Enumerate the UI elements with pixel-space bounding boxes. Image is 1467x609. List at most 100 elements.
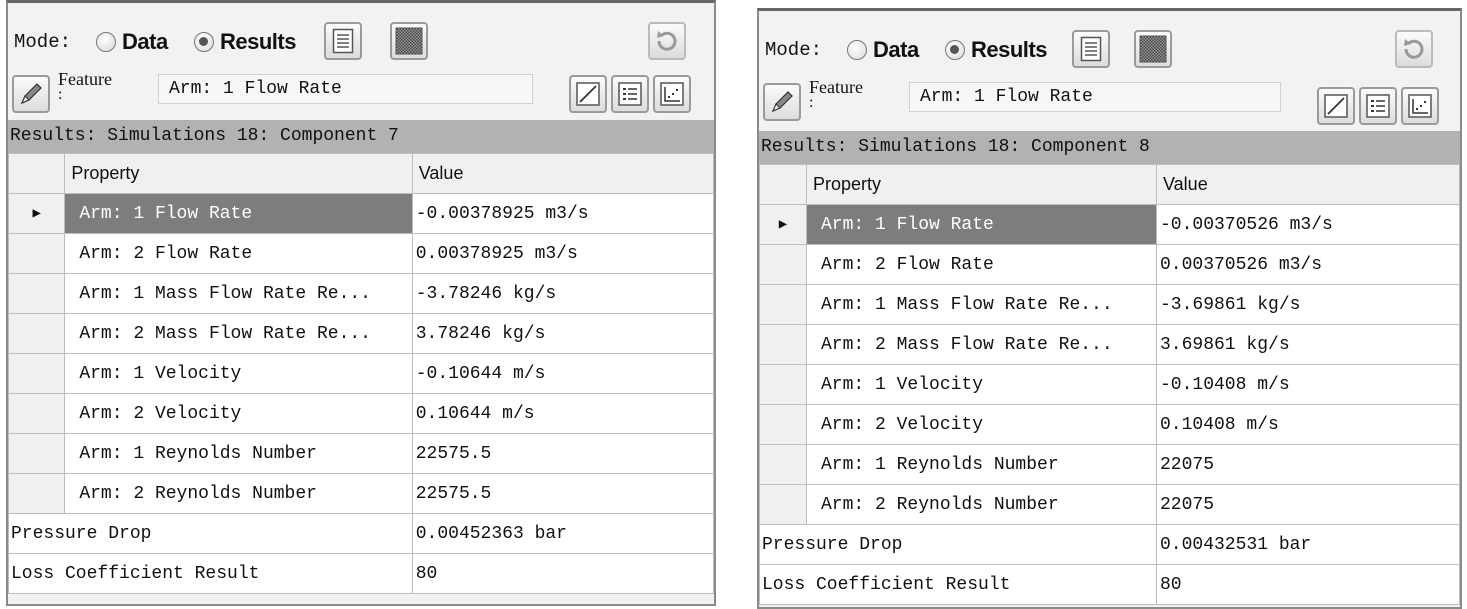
document-button[interactable] bbox=[324, 22, 362, 60]
property-cell[interactable]: Arm: 2 Flow Rate bbox=[806, 244, 1157, 285]
document-button[interactable] bbox=[1072, 30, 1110, 68]
grid-pattern-button[interactable] bbox=[390, 22, 428, 60]
table-row[interactable]: Arm: 1 Reynolds Number 22575.5 bbox=[8, 433, 714, 474]
value-cell[interactable]: 22075 bbox=[1156, 444, 1460, 485]
edit-feature-button[interactable] bbox=[763, 83, 801, 121]
edit-feature-button[interactable] bbox=[12, 75, 50, 113]
property-cell[interactable]: Arm: 2 Velocity bbox=[806, 404, 1157, 445]
feature-select[interactable]: Arm: 1 Flow Rate bbox=[158, 74, 533, 104]
list-button[interactable] bbox=[1359, 87, 1397, 125]
radio-results[interactable]: Results bbox=[945, 37, 1047, 63]
property-cell-wide[interactable]: Loss Coefficient Result bbox=[759, 564, 1157, 605]
table-row[interactable]: Loss Coefficient Result 80 bbox=[759, 564, 1460, 605]
scatter-plot-button[interactable] bbox=[1401, 87, 1439, 125]
property-cell[interactable]: Arm: 1 Flow Rate bbox=[806, 204, 1157, 245]
property-cell-wide[interactable]: Pressure Drop bbox=[8, 513, 413, 554]
property-cell[interactable]: Arm: 2 Mass Flow Rate Re... bbox=[64, 313, 413, 354]
value-cell[interactable]: 0.10408 m/s bbox=[1156, 404, 1460, 445]
table-row[interactable]: Loss Coefficient Result 80 bbox=[8, 553, 714, 594]
scatter-plot-button[interactable] bbox=[653, 75, 691, 113]
table-row[interactable]: Arm: 1 Reynolds Number 22075 bbox=[759, 444, 1460, 485]
table-row[interactable]: Arm: 1 Mass Flow Rate Re... -3.69861 kg/… bbox=[759, 284, 1460, 325]
table-row[interactable]: Arm: 2 Mass Flow Rate Re... 3.69861 kg/s bbox=[759, 324, 1460, 365]
value-cell[interactable]: 3.69861 kg/s bbox=[1156, 324, 1460, 365]
line-chart-button[interactable] bbox=[1317, 87, 1355, 125]
value-cell[interactable]: 0.00378925 m3/s bbox=[411, 233, 714, 274]
table-row[interactable]: Arm: 1 Mass Flow Rate Re... -3.78246 kg/… bbox=[8, 273, 714, 314]
value-cell[interactable]: 80 bbox=[1156, 564, 1460, 605]
row-selector-marker[interactable]: ▶ bbox=[8, 193, 66, 234]
table-row[interactable]: Arm: 2 Mass Flow Rate Re... 3.78246 kg/s bbox=[8, 313, 714, 354]
refresh-button[interactable] bbox=[648, 22, 686, 60]
row-selector[interactable] bbox=[8, 233, 66, 274]
table-row[interactable]: Arm: 1 Velocity -0.10408 m/s bbox=[759, 364, 1460, 405]
table-row[interactable]: Arm: 2 Flow Rate 0.00370526 m3/s bbox=[759, 244, 1460, 285]
table-row[interactable]: Pressure Drop 0.00452363 bar bbox=[8, 513, 714, 554]
property-cell[interactable]: Arm: 1 Reynolds Number bbox=[806, 444, 1157, 485]
property-cell[interactable]: Arm: 2 Flow Rate bbox=[64, 233, 413, 274]
row-selector[interactable] bbox=[759, 404, 807, 445]
value-cell[interactable]: -0.10644 m/s bbox=[411, 353, 714, 394]
row-selector[interactable] bbox=[8, 393, 66, 434]
property-cell[interactable]: Arm: 2 Velocity bbox=[64, 393, 413, 434]
property-cell[interactable]: Arm: 1 Mass Flow Rate Re... bbox=[806, 284, 1157, 325]
value-cell[interactable]: 80 bbox=[411, 553, 714, 594]
row-selector-marker[interactable]: ▶ bbox=[759, 204, 807, 245]
table-row[interactable]: ▶ Arm: 1 Flow Rate -0.00378925 m3/s bbox=[8, 193, 714, 234]
value-cell[interactable]: -0.00378925 m3/s bbox=[411, 193, 714, 234]
value-cell[interactable]: -3.78246 kg/s bbox=[411, 273, 714, 314]
value-cell[interactable]: -3.69861 kg/s bbox=[1156, 284, 1460, 325]
property-cell[interactable]: Arm: 2 Reynolds Number bbox=[64, 473, 413, 514]
row-selector[interactable] bbox=[8, 353, 66, 394]
row-selector[interactable] bbox=[759, 244, 807, 285]
column-header-value[interactable]: Value bbox=[1156, 164, 1460, 205]
row-selector[interactable] bbox=[759, 484, 807, 525]
radio-results-indicator[interactable] bbox=[945, 40, 965, 60]
property-cell[interactable]: Arm: 1 Velocity bbox=[64, 353, 413, 394]
column-header-property[interactable]: Property bbox=[806, 164, 1157, 205]
table-row[interactable]: Arm: 2 Reynolds Number 22075 bbox=[759, 484, 1460, 525]
table-row[interactable]: ▶ Arm: 1 Flow Rate -0.00370526 m3/s bbox=[759, 204, 1460, 245]
table-row[interactable]: Arm: 2 Velocity 0.10644 m/s bbox=[8, 393, 714, 434]
radio-results-indicator[interactable] bbox=[194, 32, 214, 52]
value-cell[interactable]: 0.00452363 bar bbox=[411, 513, 714, 554]
column-header-property[interactable]: Property bbox=[64, 153, 413, 194]
table-row[interactable]: Arm: 1 Velocity -0.10644 m/s bbox=[8, 353, 714, 394]
property-cell[interactable]: Arm: 1 Reynolds Number bbox=[64, 433, 413, 474]
value-cell[interactable]: 0.00432531 bar bbox=[1156, 524, 1460, 565]
property-cell[interactable]: Arm: 1 Velocity bbox=[806, 364, 1157, 405]
row-selector[interactable] bbox=[8, 433, 66, 474]
table-row[interactable]: Arm: 2 Reynolds Number 22575.5 bbox=[8, 473, 714, 514]
value-cell[interactable]: -0.00370526 m3/s bbox=[1156, 204, 1460, 245]
column-header-value[interactable]: Value bbox=[411, 153, 714, 194]
property-cell-wide[interactable]: Pressure Drop bbox=[759, 524, 1157, 565]
value-cell[interactable]: -0.10408 m/s bbox=[1156, 364, 1460, 405]
value-cell[interactable]: 3.78246 kg/s bbox=[411, 313, 714, 354]
value-cell[interactable]: 22575.5 bbox=[411, 433, 714, 474]
value-cell[interactable]: 0.00370526 m3/s bbox=[1156, 244, 1460, 285]
refresh-button[interactable] bbox=[1395, 30, 1433, 68]
property-cell[interactable]: Arm: 1 Flow Rate bbox=[64, 193, 413, 234]
row-selector[interactable] bbox=[759, 364, 807, 405]
property-cell[interactable]: Arm: 1 Mass Flow Rate Re... bbox=[64, 273, 413, 314]
radio-data[interactable]: Data bbox=[96, 29, 168, 55]
value-cell[interactable]: 0.10644 m/s bbox=[411, 393, 714, 434]
grid-pattern-button[interactable] bbox=[1134, 30, 1172, 68]
table-row[interactable]: Arm: 2 Flow Rate 0.00378925 m3/s bbox=[8, 233, 714, 274]
line-chart-button[interactable] bbox=[569, 75, 607, 113]
list-button[interactable] bbox=[611, 75, 649, 113]
radio-data-indicator[interactable] bbox=[96, 32, 116, 52]
row-selector[interactable] bbox=[759, 324, 807, 365]
property-cell-wide[interactable]: Loss Coefficient Result bbox=[8, 553, 413, 594]
feature-select[interactable]: Arm: 1 Flow Rate bbox=[909, 82, 1281, 112]
table-row[interactable]: Pressure Drop 0.00432531 bar bbox=[759, 524, 1460, 565]
property-cell[interactable]: Arm: 2 Mass Flow Rate Re... bbox=[806, 324, 1157, 365]
value-cell[interactable]: 22075 bbox=[1156, 484, 1460, 525]
row-selector[interactable] bbox=[8, 313, 66, 354]
radio-data-indicator[interactable] bbox=[847, 40, 867, 60]
radio-data[interactable]: Data bbox=[847, 37, 919, 63]
row-selector[interactable] bbox=[8, 473, 66, 514]
row-selector[interactable] bbox=[8, 273, 66, 314]
row-selector[interactable] bbox=[759, 284, 807, 325]
property-cell[interactable]: Arm: 2 Reynolds Number bbox=[806, 484, 1157, 525]
